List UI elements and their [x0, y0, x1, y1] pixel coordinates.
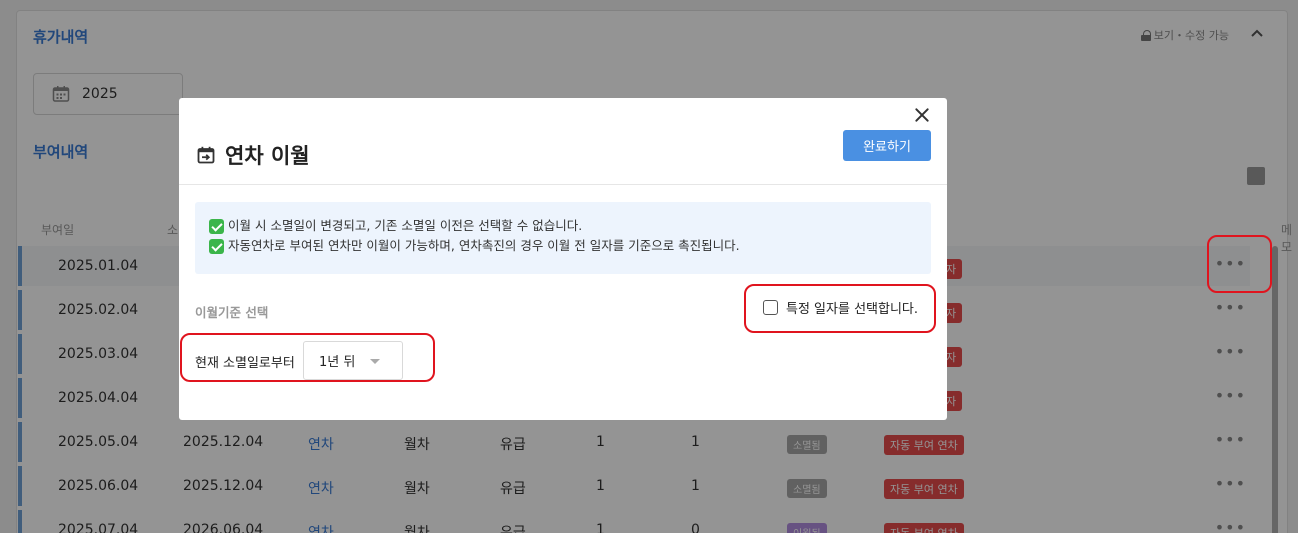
basis-label: 이월기준 선택 [195, 305, 269, 320]
check-icon [209, 218, 224, 234]
modal-title: 연차 이월 [225, 144, 310, 168]
notice-text-2: 자동연차로 부여된 연차만 이월이 가능하며, 연차촉진의 경우 이월 전 일자… [228, 238, 740, 253]
notice-box: 이월 시 소멸일이 변경되고, 기존 소멸일 이전은 선택할 수 없습니다. 자… [195, 202, 931, 274]
close-icon[interactable] [913, 106, 931, 124]
notice-text-1: 이월 시 소멸일이 변경되고, 기존 소멸일 이전은 선택할 수 없습니다. [228, 218, 583, 233]
header-divider [179, 184, 947, 185]
modal-header: 연차 이월 [197, 140, 310, 170]
notice-line-1: 이월 시 소멸일이 변경되고, 기존 소멸일 이전은 선택할 수 없습니다. [209, 216, 917, 236]
notice-line-2: 자동연차로 부여된 연차만 이월이 가능하며, 연차촉진의 경우 이월 전 일자… [209, 236, 917, 256]
highlight-specific-date [744, 284, 936, 333]
done-button[interactable]: 완료하기 [843, 130, 931, 161]
highlight-period-select [180, 333, 435, 382]
calendar-arrow-icon [197, 146, 215, 164]
check-icon [209, 238, 224, 254]
highlight-more-button [1207, 235, 1272, 293]
